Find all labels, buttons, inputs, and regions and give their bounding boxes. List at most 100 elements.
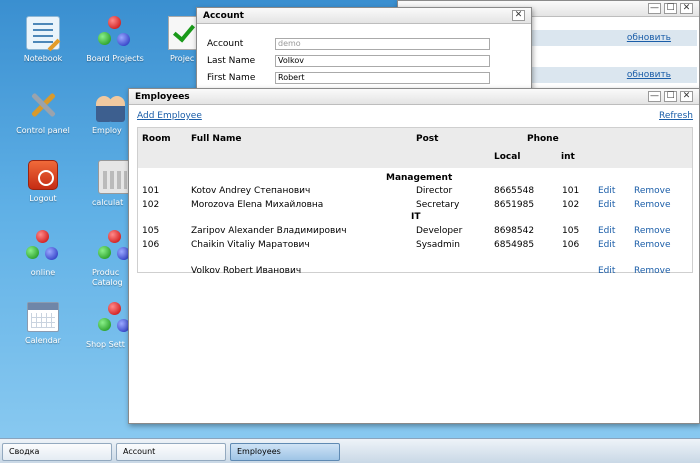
cell-full-name: Zaripov Alexander Владимирович <box>191 226 347 236</box>
table-row: 102 Morozova Elena Михайловна Secretary … <box>138 200 692 212</box>
desktop-icon-calendar[interactable]: Calendar <box>6 302 80 346</box>
column-header-int: int <box>561 152 575 162</box>
cell-post: Secretary <box>416 200 460 210</box>
desktop-icon-logout[interactable]: Logout <box>6 160 80 204</box>
remove-link[interactable]: Remove <box>634 240 671 250</box>
cell-local-phone: 6854985 <box>494 240 535 250</box>
edit-link[interactable]: Edit <box>598 200 615 210</box>
edit-link[interactable]: Edit <box>598 186 615 196</box>
edit-link[interactable]: Edit <box>598 226 615 236</box>
cell-local-phone: 8665548 <box>494 186 535 196</box>
field-label: First Name <box>207 73 256 83</box>
employees-toolbar: Add Employee Refresh <box>129 107 699 127</box>
window-title: Account <box>203 11 244 21</box>
employees-table: Room Full Name Post Phone Local int Mana… <box>137 127 693 276</box>
desktop-icon-board-projects[interactable]: Board Projects <box>78 16 152 64</box>
refresh-link[interactable]: обновить <box>627 33 671 43</box>
molecule-icon <box>98 16 132 50</box>
column-header-post: Post <box>416 134 439 144</box>
close-icon[interactable]: ✕ <box>512 10 525 21</box>
edit-link[interactable]: Edit <box>598 266 615 276</box>
cell-local-phone: 8698542 <box>494 226 535 236</box>
close-button[interactable]: ✕ <box>680 91 693 102</box>
desktop-icon-label: Logout <box>29 194 57 203</box>
desktop-icon-notebook[interactable]: Notebook <box>6 16 80 64</box>
minimize-button[interactable]: — <box>648 3 661 14</box>
desktop-icon-label: calculat <box>92 198 124 207</box>
desktop-icon-label: Calendar <box>25 336 61 345</box>
employees-titlebar: Employees — ☐ ✕ <box>129 89 699 105</box>
taskbar-item-employees[interactable]: Employees <box>230 443 340 461</box>
add-employee-link[interactable]: Add Employee <box>137 111 202 121</box>
close-button[interactable]: ✕ <box>680 3 693 14</box>
cell-local-phone: 8651985 <box>494 200 535 210</box>
molecule-icon <box>26 230 60 264</box>
account-field-row: Last Name Volkov <box>207 55 490 67</box>
table-row: 105 Zaripov Alexander Владимирович Devel… <box>138 226 692 238</box>
desktop-icon-employees[interactable]: Employ <box>88 88 126 136</box>
first-name-input[interactable]: Robert <box>275 72 490 84</box>
molecule-icon <box>98 302 132 336</box>
account-field-row: Account demo <box>207 38 490 50</box>
remove-link[interactable]: Remove <box>634 266 671 276</box>
refresh-link[interactable]: обновить <box>627 70 671 80</box>
account-field-row: First Name Robert <box>207 72 490 84</box>
desktop-icon-label: Board Projects <box>86 54 144 63</box>
cell-full-name: Kotov Andrey Степанович <box>191 186 311 196</box>
cell-int-phone: 102 <box>562 200 580 210</box>
cell-room: 101 <box>142 186 160 196</box>
cell-int-phone: 106 <box>562 240 580 250</box>
cell-int-phone: 105 <box>562 226 580 236</box>
taskbar-item-svodka[interactable]: Сводка <box>2 443 112 461</box>
desktop-icon-project-manager[interactable]: Project Manag <box>148 16 202 64</box>
cell-room: 106 <box>142 240 160 250</box>
maximize-button[interactable]: ☐ <box>664 91 677 102</box>
last-name-input[interactable]: Volkov <box>275 55 490 67</box>
employees-window: Employees — ☐ ✕ Add Employee Refresh Roo… <box>128 88 700 424</box>
cell-room: 102 <box>142 200 160 210</box>
account-titlebar: Account ✕ <box>197 8 531 24</box>
desktop-icon-label: Notebook <box>23 54 63 63</box>
notebook-icon <box>26 16 60 50</box>
account-input[interactable]: demo <box>275 38 490 50</box>
column-header-room: Room <box>142 134 171 144</box>
desktop-icon-label: Project Manag <box>170 54 194 63</box>
desktop-icon-label: online <box>30 268 56 277</box>
tools-icon <box>26 88 60 122</box>
cell-post: Developer <box>416 226 463 236</box>
calendar-icon <box>27 302 59 332</box>
field-label: Account <box>207 39 244 49</box>
desktop-icon-online[interactable]: online <box>6 230 80 278</box>
desktop-icon-label: Shop Sett <box>86 340 125 349</box>
remove-link[interactable]: Remove <box>634 200 671 210</box>
table-row: 101 Kotov Andrey Степанович Director 866… <box>138 186 692 198</box>
desktop-icon-shop-settings[interactable]: Shop Sett <box>84 302 130 350</box>
refresh-link[interactable]: Refresh <box>659 111 693 121</box>
cell-full-name: Volkov Robert Иванович <box>191 266 302 276</box>
cell-room: 105 <box>142 226 160 236</box>
cell-post: Director <box>416 186 453 196</box>
desktop-icon-control-panel[interactable]: Control panel <box>6 88 80 136</box>
column-header-full-name: Full Name <box>191 134 242 144</box>
cell-full-name: Chaikin Vitaliy Маратович <box>191 240 310 250</box>
table-row: Volkov Robert Иванович Edit Remove <box>138 266 692 278</box>
cell-full-name: Morozova Elena Михайловна <box>191 200 324 210</box>
users-icon <box>94 88 128 122</box>
minimize-button[interactable]: — <box>648 91 661 102</box>
desktop-icon-calculator[interactable]: calculat <box>92 160 132 208</box>
remove-link[interactable]: Remove <box>634 226 671 236</box>
cell-post: Sysadmin <box>416 240 460 250</box>
calculator-icon <box>98 160 132 194</box>
power-icon <box>28 160 58 190</box>
desktop-icon-label: Control panel <box>16 126 70 135</box>
remove-link[interactable]: Remove <box>634 186 671 196</box>
desktop-icon-product-catalog[interactable]: Produc Catalog <box>92 230 130 288</box>
edit-link[interactable]: Edit <box>598 240 615 250</box>
molecule-icon <box>98 230 132 264</box>
column-header-local: Local <box>494 152 521 162</box>
desktop-icon-label: Employ <box>92 126 122 135</box>
taskbar-item-account[interactable]: Account <box>116 443 226 461</box>
maximize-button[interactable]: ☐ <box>664 3 677 14</box>
group-header: IT <box>411 212 421 222</box>
window-title: Employees <box>135 92 190 102</box>
